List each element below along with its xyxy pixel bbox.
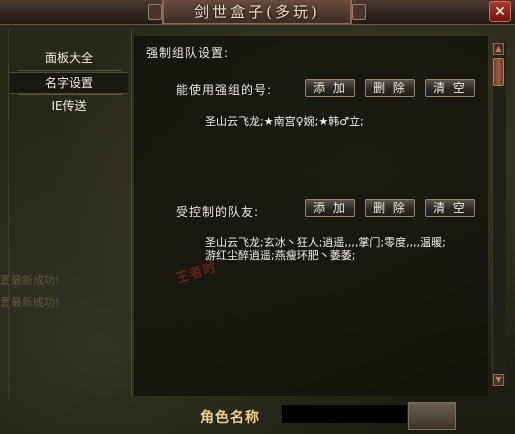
controlled-teammates-line-2: 游红尘醉逍遥;燕瘦环肥丶萎萎; <box>205 249 356 262</box>
scroll-down-arrow-icon[interactable]: ▼ <box>493 374 504 386</box>
section-title: 强制组队设置: <box>146 46 230 60</box>
row-label-controlled-teammates: 受控制的队友: <box>176 205 260 219</box>
row-label-allowed-accounts: 能使用强组的号: <box>176 83 273 97</box>
scroll-up-arrow-icon[interactable]: ▲ <box>493 43 504 55</box>
window-title: 剑世盒子(多玩) <box>194 3 320 21</box>
allowed-accounts-list: 圣山云飞龙;★南宫♀婉;★韩♂立; <box>205 115 364 128</box>
delete-allowed-button[interactable]: 删 除 <box>365 79 415 97</box>
clear-allowed-button[interactable]: 清 空 <box>425 79 475 97</box>
add-teammate-button[interactable]: 添 加 <box>305 199 355 217</box>
sidebar-item-label: IE传送 <box>51 99 87 113</box>
sidebar-divider <box>18 70 122 71</box>
character-name-field[interactable] <box>282 405 407 423</box>
sidebar-item-label: 名字设置 <box>44 76 93 90</box>
close-icon: ✕ <box>494 4 506 20</box>
add-allowed-button[interactable]: 添 加 <box>305 79 355 97</box>
close-button[interactable]: ✕ <box>489 1 511 22</box>
sidebar-item-name-settings[interactable]: 名字设置 <box>10 72 128 94</box>
character-name-label: 角色名称 <box>200 410 260 426</box>
sidebar-item-panels[interactable]: 面板大全 <box>10 48 128 68</box>
sidebar-item-ie-teleport[interactable]: IE传送 <box>10 96 128 116</box>
delete-teammate-button[interactable]: 删 除 <box>365 199 415 217</box>
scrollbar[interactable] <box>492 42 506 386</box>
clear-teammate-button[interactable]: 清 空 <box>425 199 475 217</box>
sidebar-divider <box>18 94 122 95</box>
title-plaque: 剑世盒子(多玩) <box>148 0 366 24</box>
sidebar-item-label: 面板大全 <box>44 51 93 65</box>
sidebar: 面板大全 名字设置 IE传送 <box>10 40 130 240</box>
title-bar: 剑世盒子(多玩) ✕ <box>0 0 515 25</box>
scroll-thumb[interactable] <box>493 58 504 86</box>
character-thumbnail <box>408 402 456 430</box>
